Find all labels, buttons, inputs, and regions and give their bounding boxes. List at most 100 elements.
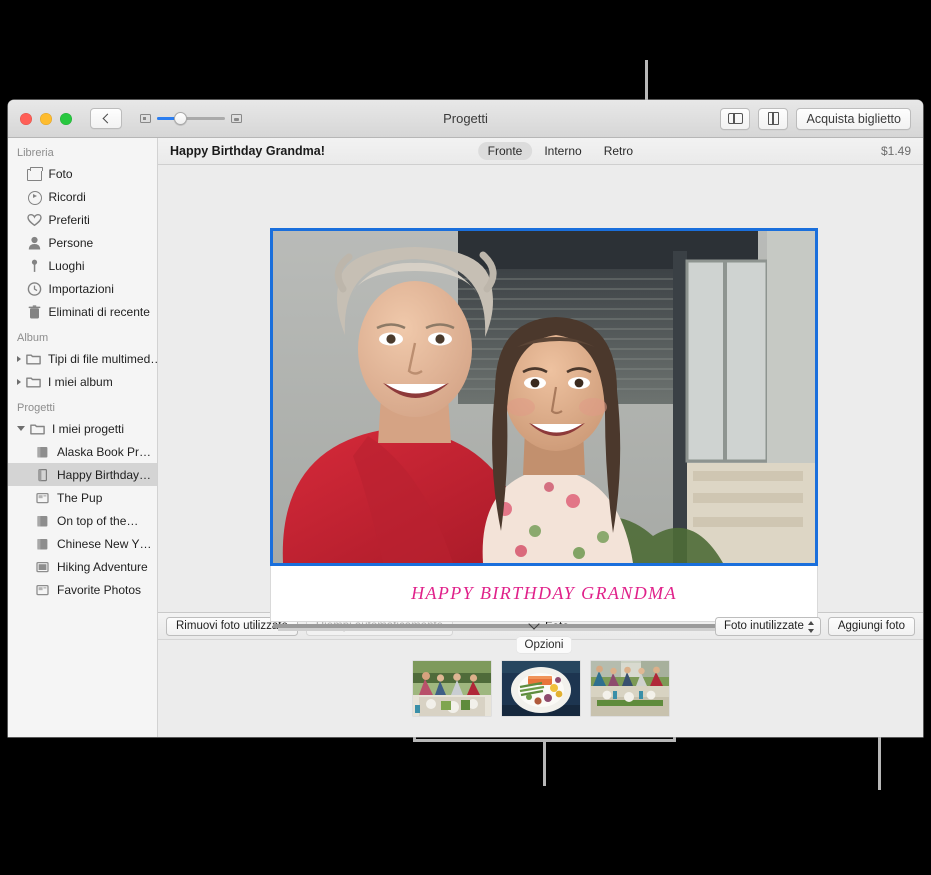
- disclosure-placeholder: [17, 170, 22, 177]
- memories-icon: [27, 190, 42, 205]
- sidebar-toggle-button[interactable]: [720, 107, 751, 130]
- sidebar-item-label: Favorite Photos: [57, 582, 142, 597]
- sidebar-item-favorite-photos[interactable]: Favorite Photos: [8, 578, 157, 601]
- disclosure-placeholder: [17, 239, 22, 246]
- slider-track[interactable]: [157, 112, 225, 125]
- sidebar-item-label: Hiking Adventure: [57, 559, 148, 574]
- tab-interno[interactable]: Interno: [534, 142, 591, 160]
- sidebar-icon: [727, 112, 743, 125]
- photos-app-window: Progetti Acquista biglietto Libreria Fot…: [8, 100, 923, 737]
- sidebar-item-persone[interactable]: Persone: [8, 231, 157, 254]
- content-area: Happy Birthday Grandma! Fronte Interno R…: [158, 138, 923, 737]
- sidebar-section-header-progetti: Progetti: [17, 402, 55, 414]
- card-photo[interactable]: [270, 228, 818, 566]
- plated-salmon-dish-photo: [501, 661, 580, 716]
- book-icon: [35, 445, 50, 459]
- sidebar-section-header-libreria: Libreria: [17, 147, 54, 159]
- chevron-left-icon: [102, 113, 113, 124]
- card-fold-icon: [35, 468, 50, 482]
- sidebar-item-label: Preferiti: [48, 212, 90, 227]
- card-preview[interactable]: HAPPY BIRTHDAY GRANDMA Opzioni: [270, 228, 818, 653]
- sidebar-item-label: Chinese New Y…: [57, 536, 152, 551]
- card-side-segmented-control[interactable]: Fronte Interno Retro: [477, 142, 643, 160]
- sidebar-item-i-miei-album[interactable]: I miei album: [8, 370, 157, 393]
- photo-filter-popup[interactable]: Foto inutilizzate: [714, 616, 821, 636]
- sidebar-section-header-album: Album: [17, 332, 49, 344]
- sidebar-item-chinese-new-year[interactable]: Chinese New Y…: [8, 532, 157, 555]
- screenshot-root: Progetti Acquista biglietto Libreria Fot…: [0, 0, 931, 875]
- sidebar-item-label: Luoghi: [48, 258, 85, 273]
- sidebar-item-importazioni[interactable]: Importazioni: [8, 277, 157, 300]
- slider-knob[interactable]: [174, 112, 187, 125]
- sidebar-item-preferiti[interactable]: Preferiti: [8, 208, 157, 231]
- folder-icon: [26, 375, 41, 389]
- folder-icon: [26, 352, 41, 366]
- sidebar-item-hiking-adventure[interactable]: Hiking Adventure: [8, 555, 157, 578]
- disclosure-triangle-open[interactable]: [17, 426, 25, 431]
- tab-fronte[interactable]: Fronte: [477, 142, 533, 160]
- sidebar-item-tipi-file-multimediali[interactable]: Tipi di file multimed…: [8, 347, 157, 370]
- tray-thumbnail-3[interactable]: [590, 661, 669, 716]
- sidebar: Libreria Foto Ricordi Preferiti Persone …: [8, 138, 158, 737]
- sidebar-item-label: Happy Birthday…: [57, 467, 152, 482]
- sidebar-item-luoghi[interactable]: Luoghi: [8, 254, 157, 277]
- sidebar-item-label: On top of the…: [57, 513, 139, 528]
- card-icon: [767, 111, 779, 126]
- sidebar-item-the-pup[interactable]: The Pup: [8, 486, 157, 509]
- add-photos-button[interactable]: Aggiungi foto: [827, 616, 915, 636]
- callout-tray-stem: [543, 742, 546, 786]
- grandmother-and-granddaughter-photo: [273, 231, 815, 563]
- sidebar-item-label: I miei progetti: [52, 421, 125, 436]
- disclosure-placeholder: [17, 262, 22, 269]
- traffic-lights: [20, 112, 72, 125]
- sidebar-item-alaska-book-project[interactable]: Alaska Book Pr…: [8, 440, 157, 463]
- tray-thumbnail-2[interactable]: [501, 661, 580, 716]
- pin-icon: [27, 259, 42, 273]
- slideshow-icon: [35, 491, 50, 505]
- sidebar-item-label: The Pup: [57, 490, 103, 505]
- thumbnail-size-slider[interactable]: [140, 112, 242, 125]
- family-at-long-table-photo: [590, 661, 669, 716]
- clock-icon: [27, 281, 42, 296]
- person-icon: [27, 236, 42, 250]
- updown-chevrons-icon: [807, 620, 815, 634]
- sidebar-item-label: I miei album: [48, 374, 113, 389]
- buy-card-button[interactable]: Acquista biglietto: [796, 107, 911, 130]
- sidebar-item-foto[interactable]: Foto: [8, 162, 157, 185]
- sidebar-item-label: Alaska Book Pr…: [57, 444, 152, 459]
- disclosure-triangle-closed[interactable]: [17, 378, 21, 385]
- folder-icon: [30, 422, 45, 436]
- sidebar-item-i-miei-progetti[interactable]: I miei progetti: [8, 417, 157, 440]
- disclosure-placeholder: [17, 308, 22, 315]
- tab-retro[interactable]: Retro: [594, 142, 643, 160]
- book-icon: [35, 514, 50, 528]
- minimize-button[interactable]: [40, 112, 52, 125]
- tray-thumbnail-1[interactable]: [412, 661, 491, 716]
- sidebar-item-on-top-of-the[interactable]: On top of the…: [8, 509, 157, 532]
- small-thumbnail-icon: [140, 114, 151, 123]
- heart-icon: [26, 213, 42, 227]
- caption-text: HAPPY BIRTHDAY GRANDMA: [411, 583, 677, 603]
- sidebar-item-happy-birthday[interactable]: Happy Birthday…: [8, 463, 157, 486]
- disclosure-triangle-closed[interactable]: [17, 355, 21, 362]
- card-fill-icon: [35, 560, 50, 574]
- photo-tray: [158, 640, 923, 737]
- options-button[interactable]: Opzioni: [516, 637, 572, 653]
- price-label: $1.49: [880, 144, 911, 158]
- disclosure-placeholder: [17, 216, 22, 223]
- card-canvas: HAPPY BIRTHDAY GRANDMA Opzioni: [158, 165, 923, 653]
- sidebar-item-label: Foto: [48, 166, 73, 181]
- zoom-button[interactable]: [60, 112, 72, 125]
- bottom-toolbar-right: Foto inutilizzate Aggiungi foto: [714, 616, 915, 636]
- large-thumbnail-icon: [231, 114, 242, 123]
- photo-filter-value: Foto inutilizzate: [723, 620, 804, 632]
- sidebar-item-ricordi[interactable]: Ricordi: [8, 185, 157, 208]
- card-caption[interactable]: HAPPY BIRTHDAY GRANDMA: [270, 566, 818, 622]
- back-button[interactable]: [90, 108, 122, 129]
- close-button[interactable]: [20, 112, 32, 125]
- sidebar-item-label: Eliminati di recente: [48, 304, 150, 319]
- card-preview-button[interactable]: [758, 107, 789, 130]
- sidebar-item-label: Persone: [48, 235, 94, 250]
- toolbar-right-group: Acquista biglietto: [720, 107, 911, 130]
- sidebar-item-eliminati[interactable]: Eliminati di recente: [8, 300, 157, 323]
